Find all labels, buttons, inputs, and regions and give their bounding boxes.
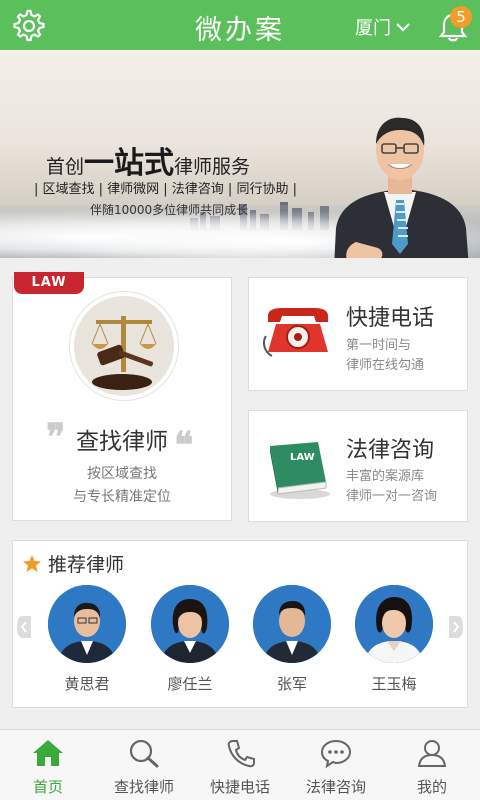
lawyer-photo <box>334 117 469 258</box>
tab-label: 我的 <box>416 778 447 796</box>
legal-consult-desc-1: 丰富的案源库 <box>346 469 425 484</box>
lawyer-name: 王玉梅 <box>371 675 417 693</box>
avatar <box>253 585 331 663</box>
tab-find-lawyer[interactable]: 查找律师 <box>96 730 192 800</box>
close-quote-icon: ❝ <box>174 424 194 466</box>
law-ribbon-badge: LAW <box>14 272 84 294</box>
legal-consult-desc-2: 律师一对一咨询 <box>346 489 438 504</box>
search-icon <box>129 739 159 768</box>
tab-mine[interactable]: 我的 <box>384 730 480 800</box>
avatar <box>151 585 229 663</box>
lawyer-name: 张军 <box>276 675 307 693</box>
city-label: 厦门 <box>355 18 391 39</box>
chevron-down-icon <box>396 23 410 32</box>
quick-call-desc-2: 律师在线勾通 <box>346 358 425 373</box>
law-book-icon: LAW <box>270 442 330 499</box>
quick-call-desc-1: 第一时间与 <box>346 338 412 353</box>
banner-tags: | 区域查找 | 律师微网 | 法律咨询 | 同行协助 | <box>34 182 297 197</box>
lawyer-name: 廖任兰 <box>167 675 213 693</box>
city-selector[interactable]: 厦门 <box>355 14 411 40</box>
tab-home[interactable]: 首页 <box>0 730 96 800</box>
lawyer-card[interactable]: 廖任兰 <box>151 585 229 694</box>
phone-icon <box>227 740 255 768</box>
user-icon <box>417 740 447 767</box>
tab-quick-call[interactable]: 快捷电话 <box>192 730 288 800</box>
tab-label: 查找律师 <box>113 778 174 796</box>
chevron-right-icon[interactable] <box>449 616 463 638</box>
scales-of-justice-icon <box>70 292 178 400</box>
bottom-tab-bar: 首页 查找律师 快捷电话 法律咨询 我的 <box>0 729 480 800</box>
star-icon <box>23 554 41 572</box>
lawyer-card[interactable]: 黄思君 <box>48 585 126 694</box>
chat-icon <box>320 739 352 769</box>
telephone-icon <box>263 308 328 357</box>
headline-prefix: 首创 <box>46 156 85 178</box>
chevron-left-icon[interactable] <box>17 616 31 638</box>
banner-subline: 伴随10000多位律师共同成长 <box>90 203 249 217</box>
banner-headline: 首创一站式律师服务 <box>46 138 250 182</box>
home-icon <box>33 740 63 766</box>
tab-legal-consult[interactable]: 法律咨询 <box>288 730 384 800</box>
avatar <box>355 585 433 663</box>
lawyer-name: 黄思君 <box>64 675 110 693</box>
find-lawyer-desc-2: 与专长精准定位 <box>73 489 171 505</box>
notification-badge: 5 <box>450 6 472 28</box>
promo-banner[interactable]: 首创一站式律师服务 | 区域查找 | 律师微网 | 法律咨询 | 同行协助 | … <box>0 50 480 258</box>
tab-label: 快捷电话 <box>209 778 270 796</box>
legal-consult-title: 法律咨询 <box>346 438 435 463</box>
book-law-text: LAW <box>290 452 315 463</box>
quick-call-title: 快捷电话 <box>346 306 435 331</box>
tab-label: 首页 <box>32 778 63 796</box>
lawyer-card[interactable]: 王玉梅 <box>355 585 433 694</box>
headline-emphasis: 一站式 <box>84 146 175 181</box>
avatar <box>48 585 126 663</box>
headline-suffix: 律师服务 <box>174 156 251 178</box>
tab-label: 法律咨询 <box>305 778 366 796</box>
find-lawyer-desc-1: 按区域查找 <box>87 466 157 482</box>
recommend-title: 推荐律师 <box>48 554 125 576</box>
recommend-header: 推荐律师 <box>22 550 124 577</box>
lawyer-card[interactable]: 张军 <box>253 585 331 694</box>
top-bar: 微办案 厦门 5 <box>0 0 480 50</box>
